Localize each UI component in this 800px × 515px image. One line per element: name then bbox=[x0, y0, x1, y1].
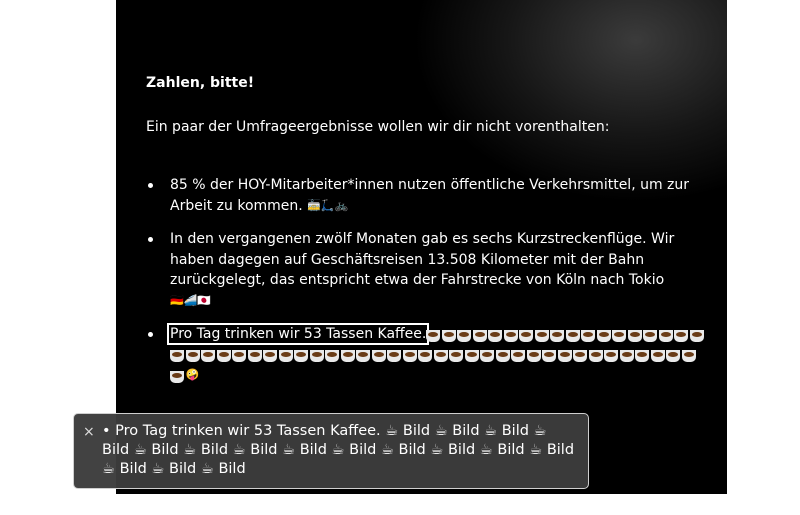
coffee-cup-icon bbox=[170, 370, 184, 383]
list-item: Pro Tag trinken wir 53 Tassen Kaffee. 🤪 bbox=[146, 323, 706, 386]
coffee-cup-icon bbox=[619, 350, 634, 362]
coffee-cup-icon bbox=[550, 329, 565, 342]
results-list: 85 % der HOY-Mitarbeiter*innen nutzen öf… bbox=[146, 175, 706, 399]
coffee-cup-icon bbox=[472, 329, 487, 342]
coffee-cup-icon bbox=[557, 350, 572, 362]
coffee-cup-icon bbox=[371, 350, 386, 362]
coffee-cup-icon bbox=[170, 350, 184, 362]
coffee-cup-icon bbox=[294, 350, 308, 362]
bullet-text: 85 % der HOY-Mitarbeiter*innen nutzen öf… bbox=[170, 177, 690, 214]
coffee-cup-icon bbox=[666, 350, 680, 362]
coffee-cup-icon bbox=[402, 350, 417, 362]
coffee-cup-icon bbox=[565, 329, 580, 342]
coffee-cup-icon bbox=[534, 329, 549, 342]
coffee-cup-icon bbox=[573, 350, 587, 362]
coffee-cup-icon bbox=[309, 350, 324, 362]
intro-text: Ein paar der Umfrageergebnisse wollen wi… bbox=[146, 119, 610, 135]
coffee-cup-icon bbox=[511, 350, 525, 362]
coffee-cup-icon bbox=[519, 329, 534, 342]
coffee-cup-icon bbox=[612, 329, 627, 342]
coffee-cup-icon bbox=[340, 350, 355, 362]
list-item: 85 % der HOY-Mitarbeiter*innen nutzen öf… bbox=[146, 175, 706, 216]
coffee-cup-icon bbox=[216, 350, 231, 362]
coffee-cup-icon bbox=[247, 350, 262, 362]
coffee-cup-icon bbox=[596, 329, 611, 342]
coffee-cup-icon bbox=[185, 350, 200, 362]
coffee-cup-icon bbox=[681, 350, 696, 362]
bullet-text: In den vergangenen zwölf Monaten gab es … bbox=[170, 231, 675, 288]
coffee-cup-icon bbox=[658, 329, 673, 342]
coffee-cup-icon bbox=[526, 350, 541, 362]
coffee-cup-icon bbox=[441, 329, 456, 342]
transport-emoji: 🚋🛴🚲 bbox=[307, 198, 349, 212]
coffee-cup-icon bbox=[433, 350, 448, 362]
coffee-cup-icon bbox=[263, 350, 277, 362]
coffee-cup-icon bbox=[418, 350, 432, 362]
voiceover-caption-panel: × • Pro Tag trinken wir 53 Tassen Kaffee… bbox=[73, 413, 589, 489]
coffee-cup-icon bbox=[650, 350, 665, 362]
coffee-cup-icon bbox=[426, 329, 441, 342]
coffee-cup-icon bbox=[689, 329, 704, 342]
coffee-cup-icon bbox=[488, 329, 503, 342]
coffee-cup-icon bbox=[627, 329, 642, 342]
coffee-cup-icon bbox=[201, 350, 215, 362]
coffee-cup-icon bbox=[387, 350, 401, 362]
coffee-cup-icon bbox=[674, 329, 689, 342]
coffee-cup-icon bbox=[325, 350, 339, 362]
list-item: In den vergangenen zwölf Monaten gab es … bbox=[146, 229, 706, 311]
coffee-cup-icon bbox=[542, 350, 556, 362]
coffee-cup-icon bbox=[604, 350, 618, 362]
focused-sentence[interactable]: Pro Tag trinken wir 53 Tassen Kaffee. bbox=[166, 323, 430, 345]
coffee-cup-icon bbox=[232, 350, 246, 362]
flag-train-emoji: 🇩🇪🚄🇯🇵 bbox=[170, 293, 212, 307]
coffee-cup-icon bbox=[356, 350, 370, 362]
section-heading: Zahlen, bitte! bbox=[146, 75, 255, 91]
coffee-cup-icon bbox=[480, 350, 494, 362]
coffee-cup-icon bbox=[457, 329, 472, 342]
coffee-cup-icon bbox=[503, 329, 518, 342]
coffee-cup-icon bbox=[635, 350, 649, 362]
voiceover-text: • Pro Tag trinken wir 53 Tassen Kaffee. … bbox=[102, 423, 575, 477]
coffee-cup-icon bbox=[449, 350, 463, 362]
close-icon[interactable]: × bbox=[83, 423, 95, 442]
coffee-cup-icon bbox=[495, 350, 510, 362]
coffee-cup-icon bbox=[581, 329, 596, 342]
coffee-cup-icon bbox=[588, 350, 603, 362]
coffee-cup-icon bbox=[643, 329, 658, 342]
crazy-face-icon: 🤪 bbox=[185, 368, 200, 381]
coffee-cup-icon bbox=[278, 350, 293, 362]
coffee-cup-icon bbox=[464, 350, 479, 362]
